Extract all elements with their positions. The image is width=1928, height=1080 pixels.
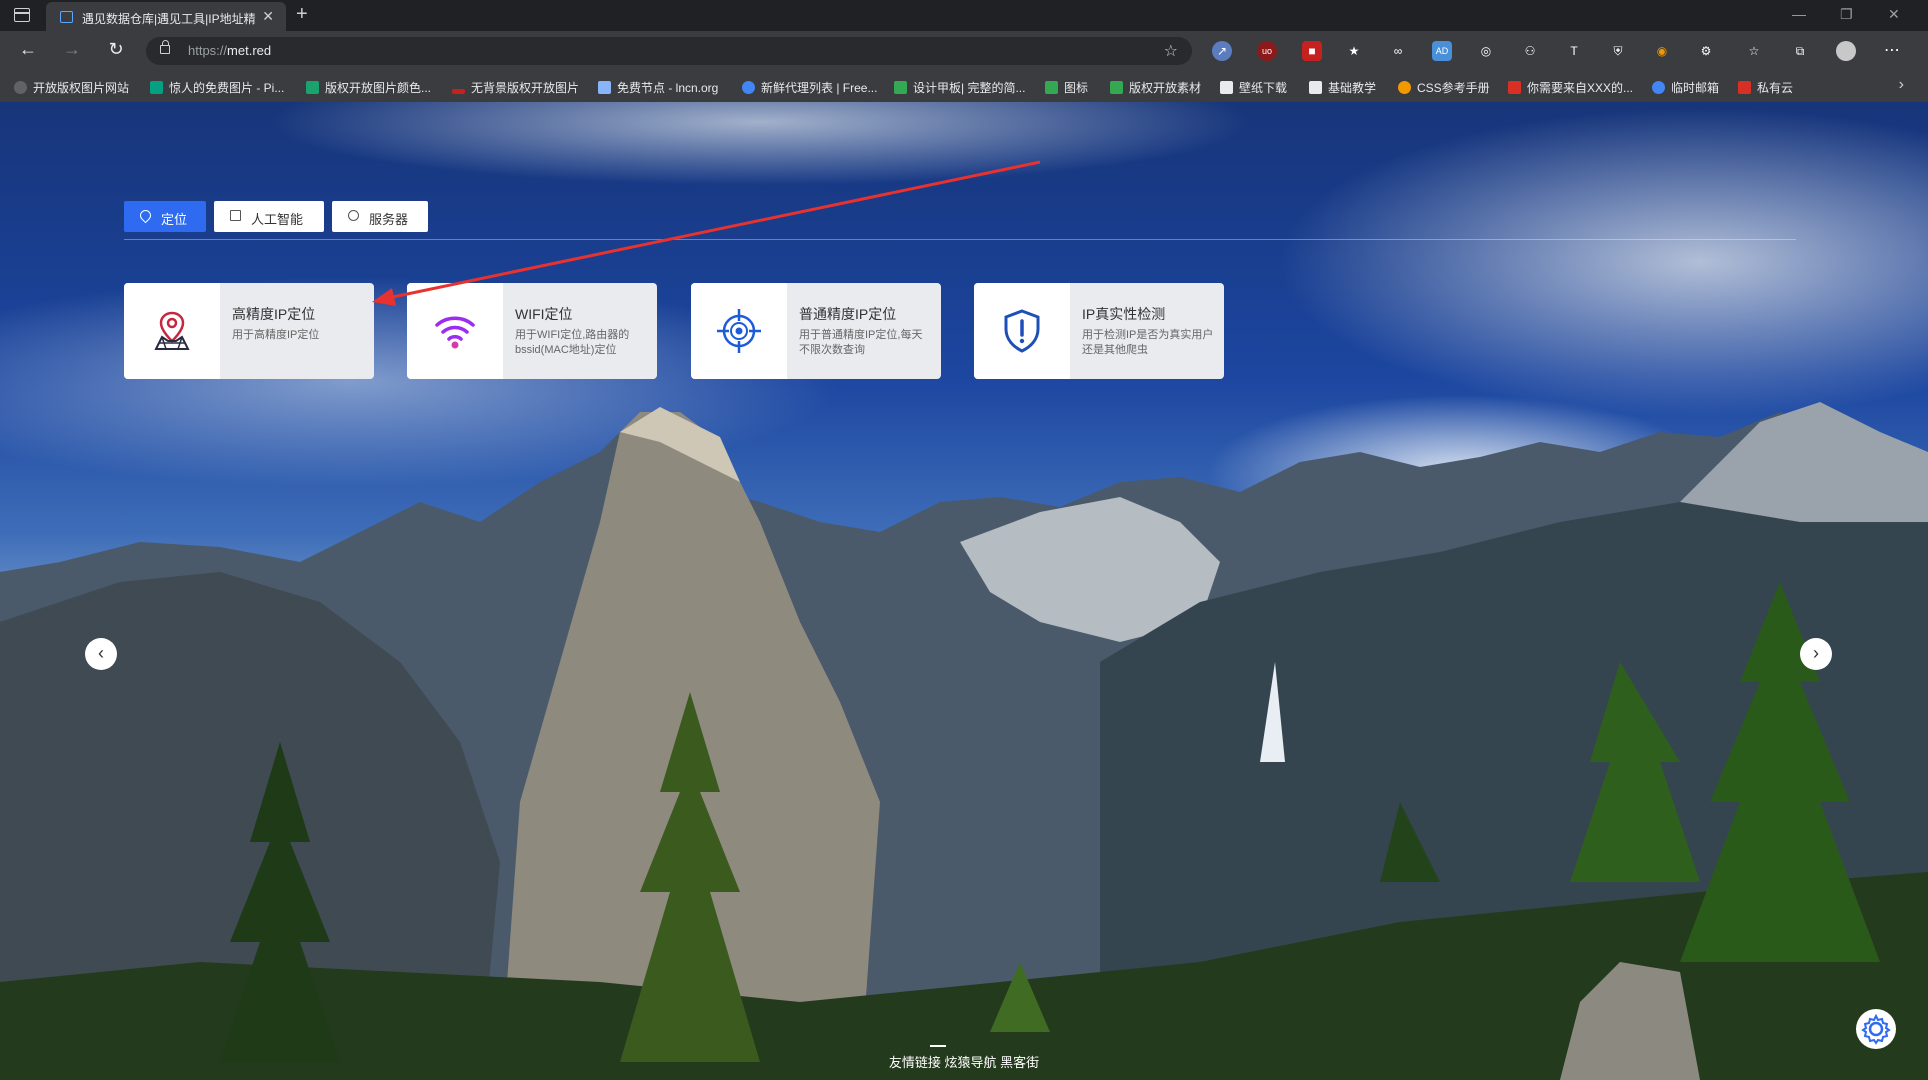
reload-button[interactable]: ↻ xyxy=(104,39,128,60)
bookmark-item[interactable]: 无背景版权开放图片 xyxy=(452,79,579,96)
bookmark-favicon-icon xyxy=(1220,81,1233,94)
minimize-button[interactable]: — xyxy=(1792,6,1806,22)
title-bar: 遇见数据仓库|遇见工具|IP地址精 ✕ + — ❐ ✕ xyxy=(0,0,1928,31)
tab-favicon-icon xyxy=(60,11,73,23)
bookmark-item[interactable]: 基础教学 xyxy=(1309,79,1376,96)
bookmark-favicon-icon xyxy=(150,81,163,94)
bookmark-favicon-icon xyxy=(1110,81,1123,94)
bookmark-favicon-icon xyxy=(452,89,465,94)
bookmark-item[interactable]: 惊人的免费图片 - Pi... xyxy=(150,79,284,96)
extension-icon[interactable]: ◎ xyxy=(1476,41,1496,61)
bookmark-item[interactable]: CSS参考手册 xyxy=(1398,79,1490,96)
bookmark-favicon-icon xyxy=(894,81,907,94)
url-text: https://met.red xyxy=(188,43,272,58)
avatar[interactable] xyxy=(1836,41,1856,61)
bookmark-favicon-icon xyxy=(1309,81,1322,94)
text-icon[interactable]: T xyxy=(1564,41,1584,61)
gear-icon xyxy=(1861,1013,1891,1045)
browser-tab[interactable]: 遇见数据仓库|遇见工具|IP地址精 ✕ xyxy=(46,2,286,31)
star-extension-icon[interactable]: ★ xyxy=(1344,41,1364,61)
bookmark-item[interactable]: 你需要来自XXX的... xyxy=(1508,79,1633,96)
footer-links[interactable]: 友情链接 炫猿导航 黑客街 xyxy=(0,1045,1928,1071)
new-tab-button[interactable]: + xyxy=(296,3,308,26)
extension-icon[interactable]: AD xyxy=(1432,41,1452,61)
extension-icon[interactable]: ◉ xyxy=(1652,41,1672,61)
carousel-next-button[interactable]: › xyxy=(1800,638,1832,670)
page-content: 定位 人工智能 服务器 高精度IP定位 用于高精度IP定位 WIFI定位 用于W… xyxy=(0,102,1928,1080)
back-button[interactable]: ← xyxy=(16,39,40,60)
bookmark-item[interactable]: 开放版权图片网站 xyxy=(14,79,129,96)
lock-icon xyxy=(160,40,170,54)
ublock-icon[interactable]: uo xyxy=(1257,41,1277,61)
more-menu-icon[interactable]: ⋯ xyxy=(1882,41,1902,61)
infinity-icon[interactable]: ∞ xyxy=(1388,41,1408,61)
forward-button[interactable]: → xyxy=(60,39,84,60)
extensions-icon[interactable]: ⚙ xyxy=(1696,41,1716,61)
close-window-button[interactable]: ✕ xyxy=(1888,6,1900,23)
browser-toolbar: ← → ↻ https://met.red ☆ ↗ uo ■ ★ ∞ AD ◎ … xyxy=(0,31,1928,71)
tab-actions-icon[interactable] xyxy=(14,8,30,22)
address-bar[interactable]: https://met.red ☆ xyxy=(146,37,1192,65)
bookmark-favicon-icon xyxy=(1508,81,1521,94)
chevron-right-icon[interactable]: › xyxy=(1899,76,1904,94)
bookmark-favicon-icon xyxy=(1738,81,1751,94)
browser-window: 遇见数据仓库|遇见工具|IP地址精 ✕ + — ❐ ✕ ← → ↻ https:… xyxy=(0,0,1928,1080)
bookmark-item[interactable]: 图标 xyxy=(1045,79,1088,96)
bookmark-favicon-icon xyxy=(1398,81,1411,94)
footer-divider xyxy=(930,1045,946,1047)
tab-title: 遇见数据仓库|遇见工具|IP地址精 xyxy=(82,12,256,26)
bookmark-favicon-icon xyxy=(1045,81,1058,94)
bookmark-item[interactable]: 新鲜代理列表 | Free... xyxy=(742,79,877,96)
extension-icon[interactable]: ■ xyxy=(1302,41,1322,61)
bookmark-favicon-icon xyxy=(742,81,755,94)
bookmark-item[interactable]: 免费节点 - lncn.org xyxy=(598,79,718,96)
annotation-arrow xyxy=(372,160,1041,306)
collections-icon[interactable]: ⧉ xyxy=(1790,41,1810,61)
settings-button[interactable] xyxy=(1856,1009,1896,1049)
add-favorite-icon[interactable]: ☆ xyxy=(1164,41,1178,61)
maximize-button[interactable]: ❐ xyxy=(1840,6,1853,23)
bookmark-item[interactable]: 临时邮箱 xyxy=(1652,79,1719,96)
extension-icon[interactable]: ↗ xyxy=(1212,41,1232,61)
bookmark-favicon-icon xyxy=(14,81,27,94)
bookmark-item[interactable]: 版权开放图片颜色... xyxy=(306,79,431,96)
bookmark-item[interactable]: 版权开放素材 xyxy=(1110,79,1201,96)
shield-icon[interactable]: ⛨ xyxy=(1608,41,1628,61)
bookmark-favicon-icon xyxy=(1652,81,1665,94)
carousel-prev-button[interactable]: ‹ xyxy=(85,638,117,670)
favorites-icon[interactable]: ☆ xyxy=(1744,41,1764,61)
bookmarks-bar: 开放版权图片网站 惊人的免费图片 - Pi... 版权开放图片颜色... 无背景… xyxy=(0,71,1928,103)
extension-icon[interactable]: ⚇ xyxy=(1520,41,1540,61)
bookmark-favicon-icon xyxy=(598,81,611,94)
bookmark-item[interactable]: 私有云 xyxy=(1738,79,1793,96)
bookmark-favicon-icon xyxy=(306,81,319,94)
tab-close-icon[interactable]: ✕ xyxy=(262,8,274,25)
bookmark-item[interactable]: 壁纸下载 xyxy=(1220,79,1287,96)
bookmark-item[interactable]: 设计甲板| 完整的简... xyxy=(894,79,1025,96)
